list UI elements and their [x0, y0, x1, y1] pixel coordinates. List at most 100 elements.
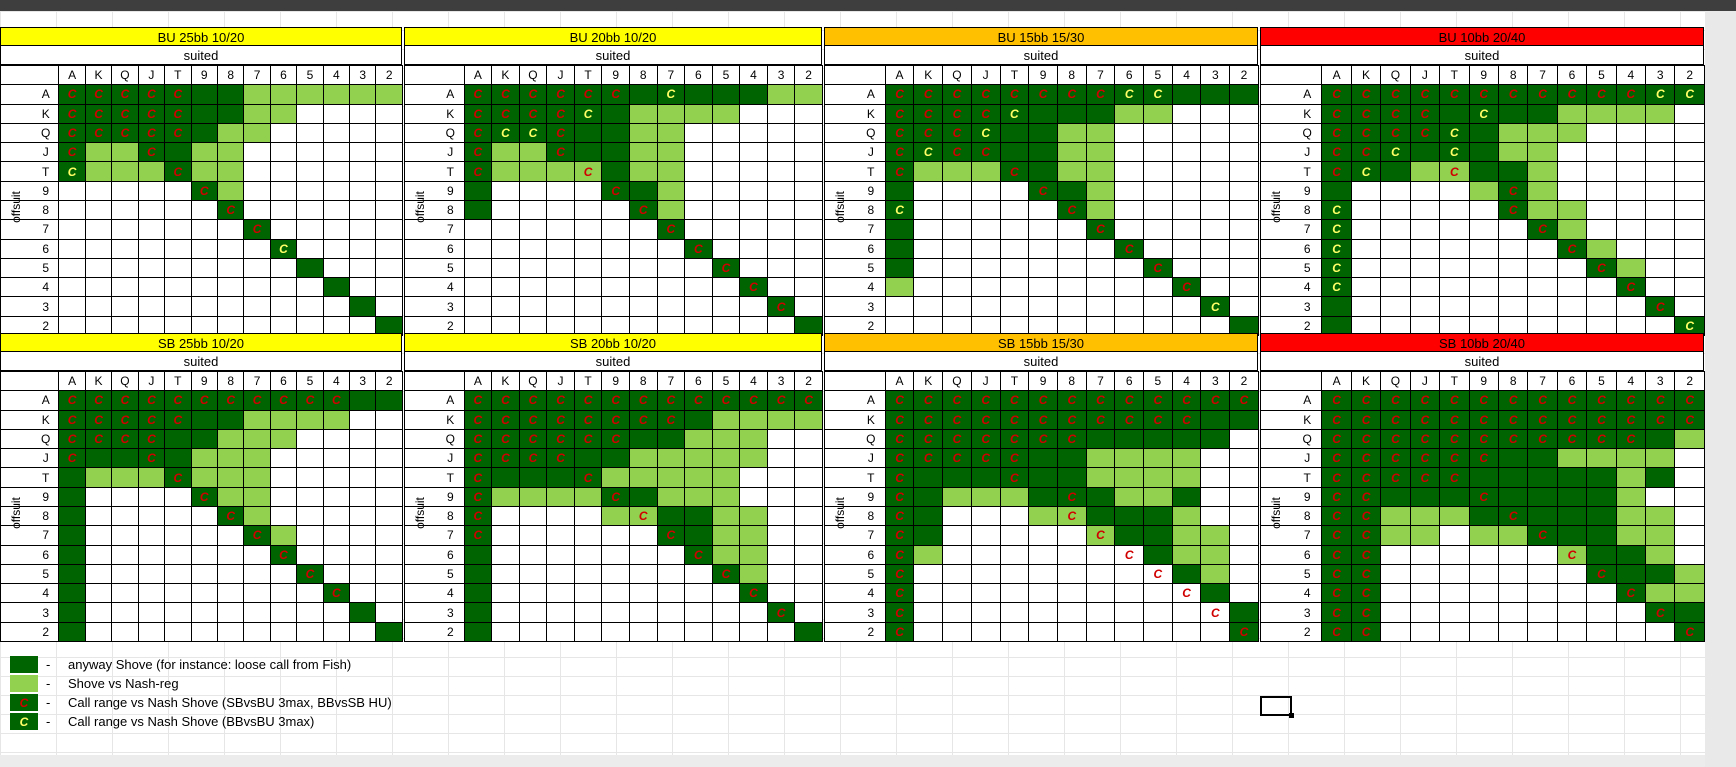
call-mark: C	[473, 470, 483, 485]
hand-cell	[740, 258, 768, 279]
hand-cell	[59, 258, 86, 279]
column-rank-header: 6	[270, 372, 298, 392]
hand-cell	[1029, 506, 1058, 527]
row-rank-header: K	[437, 104, 465, 124]
offsuit-label-cell	[1261, 143, 1293, 163]
hand-cell	[795, 220, 823, 240]
hand-cell	[191, 143, 218, 163]
hand-cell	[943, 603, 972, 623]
call-mark: C	[1449, 125, 1459, 140]
hand-cell	[657, 123, 686, 144]
hand-cell	[350, 123, 377, 144]
hand-cell	[547, 584, 575, 604]
row-rank-header: 3	[437, 603, 465, 623]
call-mark: C	[501, 431, 510, 446]
call-mark: C	[173, 125, 183, 140]
row-rank-header: 5	[33, 564, 60, 585]
legend-swatch	[10, 675, 38, 692]
call-mark: C	[611, 489, 620, 504]
hand-cell	[943, 162, 972, 182]
hand-cell	[297, 584, 324, 604]
hand-cell	[1201, 526, 1231, 546]
hand-cell	[657, 239, 686, 259]
hand-cell	[685, 603, 713, 623]
range-panel: BU 20bb 10/20 suited A K Q J T 9 8 7 6 5 4 3 2 A C C C C C C C…	[404, 27, 823, 336]
call-mark: C	[1239, 624, 1249, 639]
call-mark: C	[1508, 393, 1518, 408]
hand-cell	[1172, 564, 1202, 585]
hand-cell	[1381, 603, 1411, 623]
hand-cell	[1410, 564, 1441, 585]
offsuit-label-cell	[825, 85, 857, 105]
offsuit-label-cell	[405, 468, 437, 488]
hand-cell	[712, 468, 741, 488]
hand-cell	[297, 143, 324, 163]
call-mark: C	[501, 106, 510, 121]
hand-cell	[1498, 239, 1529, 259]
hand-cell	[519, 143, 548, 163]
selected-cell[interactable]	[1260, 696, 1294, 718]
legend-swatch: C	[10, 694, 38, 711]
hand-cell	[244, 449, 271, 469]
hand-cell: C	[1587, 564, 1617, 585]
hand-cell	[85, 603, 113, 623]
call-mark: C	[1538, 528, 1547, 543]
hand-cell: C	[1410, 449, 1441, 469]
hand-cell	[914, 200, 944, 221]
hand-cell	[1000, 200, 1030, 221]
hand-cell	[1528, 278, 1558, 298]
call-mark: C	[981, 87, 990, 102]
hand-cell	[1646, 200, 1676, 221]
hand-cell	[85, 468, 113, 488]
hand-cell	[1410, 487, 1441, 507]
hand-cell	[138, 162, 166, 182]
hand-cell	[971, 584, 1001, 604]
call-mark: C	[147, 451, 156, 466]
hand-cell	[1469, 545, 1499, 565]
hand-cell	[1086, 564, 1116, 585]
call-mark: C	[1626, 431, 1636, 446]
column-rank-header: Q	[519, 66, 548, 86]
hand-cell	[376, 143, 403, 163]
call-mark: C	[1361, 605, 1371, 620]
hand-cell	[165, 258, 192, 279]
hand-cell	[1115, 143, 1145, 163]
hand-cell	[376, 200, 403, 221]
hand-cell: C	[1029, 391, 1058, 411]
call-mark: C	[666, 412, 676, 427]
hand-cell	[270, 143, 298, 163]
call-mark: C	[1124, 412, 1134, 427]
offsuit-label-cell	[825, 143, 857, 163]
hand-cell	[217, 487, 245, 507]
column-rank-header: 5	[1587, 372, 1617, 392]
hand-cell: C	[1351, 391, 1382, 411]
call-mark: C	[1038, 412, 1048, 427]
call-mark: C	[1332, 393, 1341, 408]
call-mark: C	[199, 393, 209, 408]
hand-cell: C	[1057, 410, 1087, 430]
hand-cell	[350, 564, 377, 585]
call-mark: C	[173, 412, 183, 427]
call-mark: C	[776, 299, 786, 314]
hand-cell: C	[85, 85, 113, 105]
hand-cell: C	[112, 391, 139, 411]
grid-corner	[33, 66, 60, 86]
row-rank-header: 3	[1293, 603, 1323, 623]
grid-corner	[1, 372, 33, 392]
call-mark: C	[199, 489, 209, 504]
call-mark: C	[1597, 412, 1606, 427]
hand-cell: C	[1201, 297, 1231, 317]
hand-cell	[138, 545, 166, 565]
hand-cell	[1675, 603, 1705, 623]
call-mark: C	[1391, 125, 1400, 140]
call-mark: C	[1391, 431, 1400, 446]
call-mark: C	[473, 106, 483, 121]
hand-cell: C	[547, 85, 575, 105]
hand-cell: C	[914, 429, 944, 450]
hand-cell	[740, 603, 768, 623]
call-mark: C	[895, 164, 904, 179]
call-mark: C	[923, 106, 933, 121]
hand-cell: C	[685, 239, 713, 259]
hand-cell: C	[1528, 410, 1558, 430]
hand-cell: C	[1616, 85, 1647, 105]
